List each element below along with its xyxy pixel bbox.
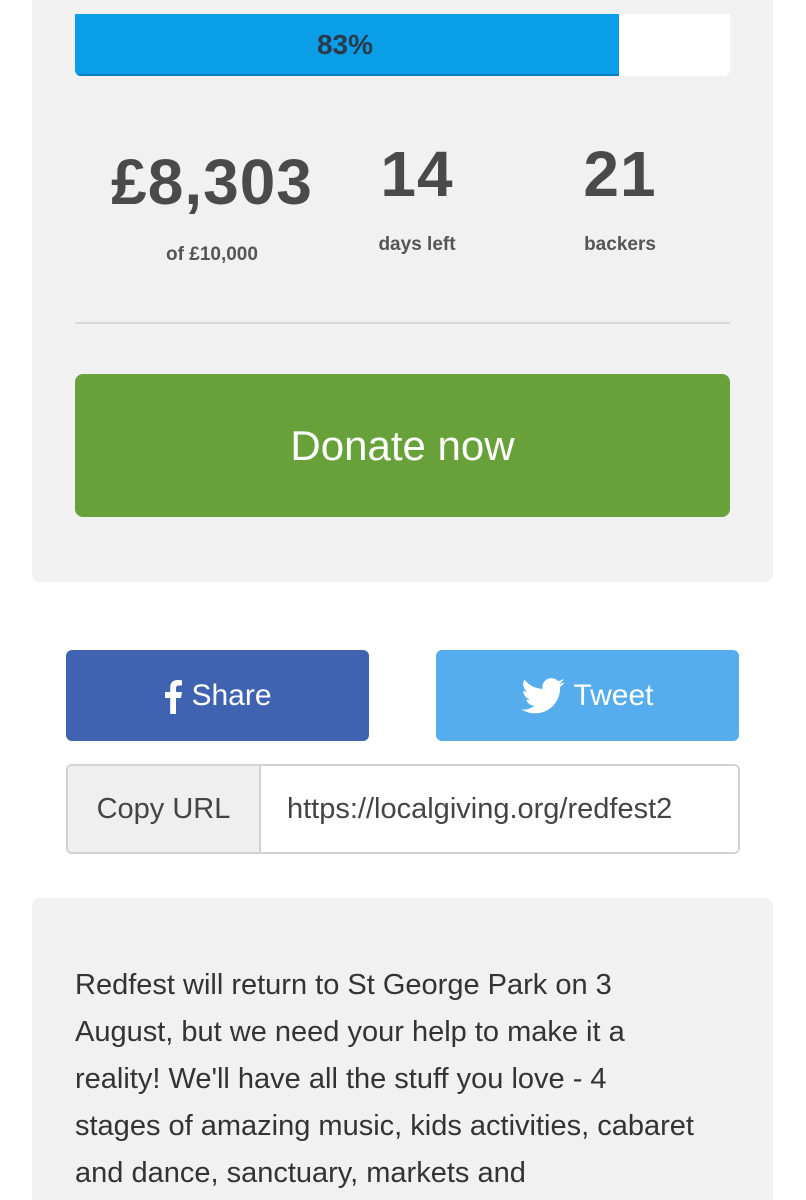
twitter-bird-icon bbox=[521, 677, 566, 714]
twitter-tweet-label: Tweet bbox=[573, 678, 654, 712]
campaign-description: Redfest will return to St George Park on… bbox=[75, 969, 694, 1189]
campaign-page: 83% £8,303 of £10,000 14 days left 21 ba… bbox=[0, 0, 806, 1200]
progress-percent-label: 83% bbox=[316, 29, 374, 60]
amount-raised-stat: £8,303 of £10,000 bbox=[76, 150, 348, 266]
amount-raised: £8,303 bbox=[111, 146, 313, 218]
description-card: Redfest will return to St George Park on… bbox=[32, 898, 773, 1200]
days-left-value: 14 bbox=[380, 138, 454, 210]
twitter-tweet-button[interactable]: Tweet bbox=[436, 650, 739, 741]
backers-label: backers bbox=[584, 234, 656, 255]
copy-url-group: Copy URL bbox=[66, 764, 740, 854]
backers-value: 21 bbox=[583, 138, 657, 210]
facebook-share-label: Share bbox=[191, 678, 272, 712]
days-left-label: days left bbox=[378, 234, 456, 255]
days-left-stat: 14 days left bbox=[347, 142, 487, 256]
target-amount: of £10,000 bbox=[166, 244, 258, 265]
backers-stat: 21 backers bbox=[542, 142, 698, 256]
url-field[interactable] bbox=[261, 766, 738, 852]
progress-bar: 83% bbox=[75, 14, 730, 76]
copy-url-button[interactable]: Copy URL bbox=[68, 766, 261, 852]
facebook-icon bbox=[163, 678, 183, 714]
stats-divider bbox=[75, 322, 730, 324]
funding-card: 83% £8,303 of £10,000 14 days left 21 ba… bbox=[32, 0, 773, 582]
donate-now-button[interactable]: Donate now bbox=[75, 374, 730, 517]
facebook-share-button[interactable]: Share bbox=[66, 650, 369, 741]
